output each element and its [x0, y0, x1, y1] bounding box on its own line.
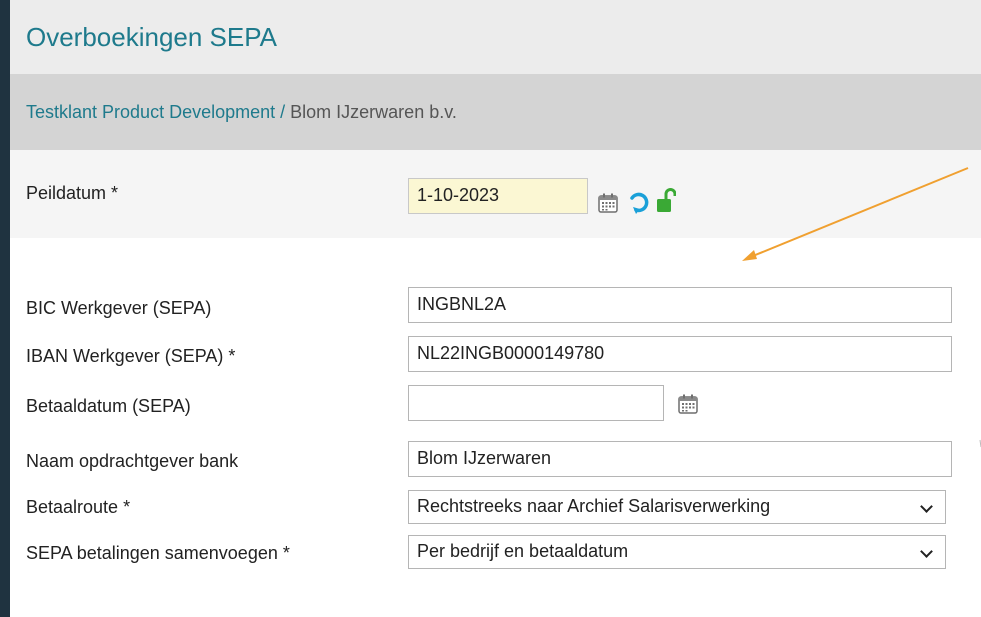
betaaldatum-label: Betaaldatum (SEPA) [26, 396, 191, 416]
breadcrumb-separator: / [275, 102, 291, 122]
betaalroute-label: Betaalroute * [26, 497, 131, 517]
betaalroute-value: Rechtstreeks naar Archief Salarisverwerk… [417, 496, 771, 516]
betaaldatum-calendar-icon[interactable] [678, 394, 698, 414]
samenvoegen-select[interactable]: Per bedrijf en betaaldatum [408, 535, 946, 569]
breadcrumb-bar: Testklant Product Development / Blom IJz… [10, 74, 981, 150]
samenvoegen-value: Per bedrijf en betaaldatum [417, 541, 629, 561]
peildatum-bar: Peildatum * 1-10-2023 [10, 150, 981, 238]
page: Overboekingen SEPA Testklant Product Dev… [10, 0, 981, 617]
peildatum-label: Peildatum * [26, 183, 119, 203]
title-bar: Overboekingen SEPA [10, 0, 981, 74]
breadcrumb: Testklant Product Development / Blom IJz… [26, 102, 457, 123]
bic-label: BIC Werkgever (SEPA) [26, 298, 212, 318]
naam-input[interactable]: Blom IJzerwaren [408, 441, 952, 477]
betaaldatum-input[interactable] [408, 385, 664, 421]
iban-input[interactable]: NL22INGB0000149780 [408, 336, 952, 372]
naam-label: Naam opdrachtgever bank [26, 451, 239, 471]
iban-label: IBAN Werkgever (SEPA) * [26, 346, 236, 366]
page-title: Overboekingen SEPA [26, 22, 277, 52]
breadcrumb-current: Blom IJzerwaren b.v. [290, 102, 457, 122]
calendar-icon[interactable] [598, 193, 618, 213]
refresh-icon[interactable] [627, 190, 651, 214]
unlocked-padlock-icon[interactable] [656, 188, 676, 214]
breadcrumb-link-client[interactable]: Testklant Product Development [26, 102, 275, 122]
peildatum-input[interactable]: 1-10-2023 [408, 178, 588, 214]
betaalroute-select[interactable]: Rechtstreeks naar Archief Salarisverwerk… [408, 490, 946, 524]
samenvoegen-label: SEPA betalingen samenvoegen * [26, 543, 290, 563]
bic-input[interactable]: INGBNL2A [408, 287, 952, 323]
